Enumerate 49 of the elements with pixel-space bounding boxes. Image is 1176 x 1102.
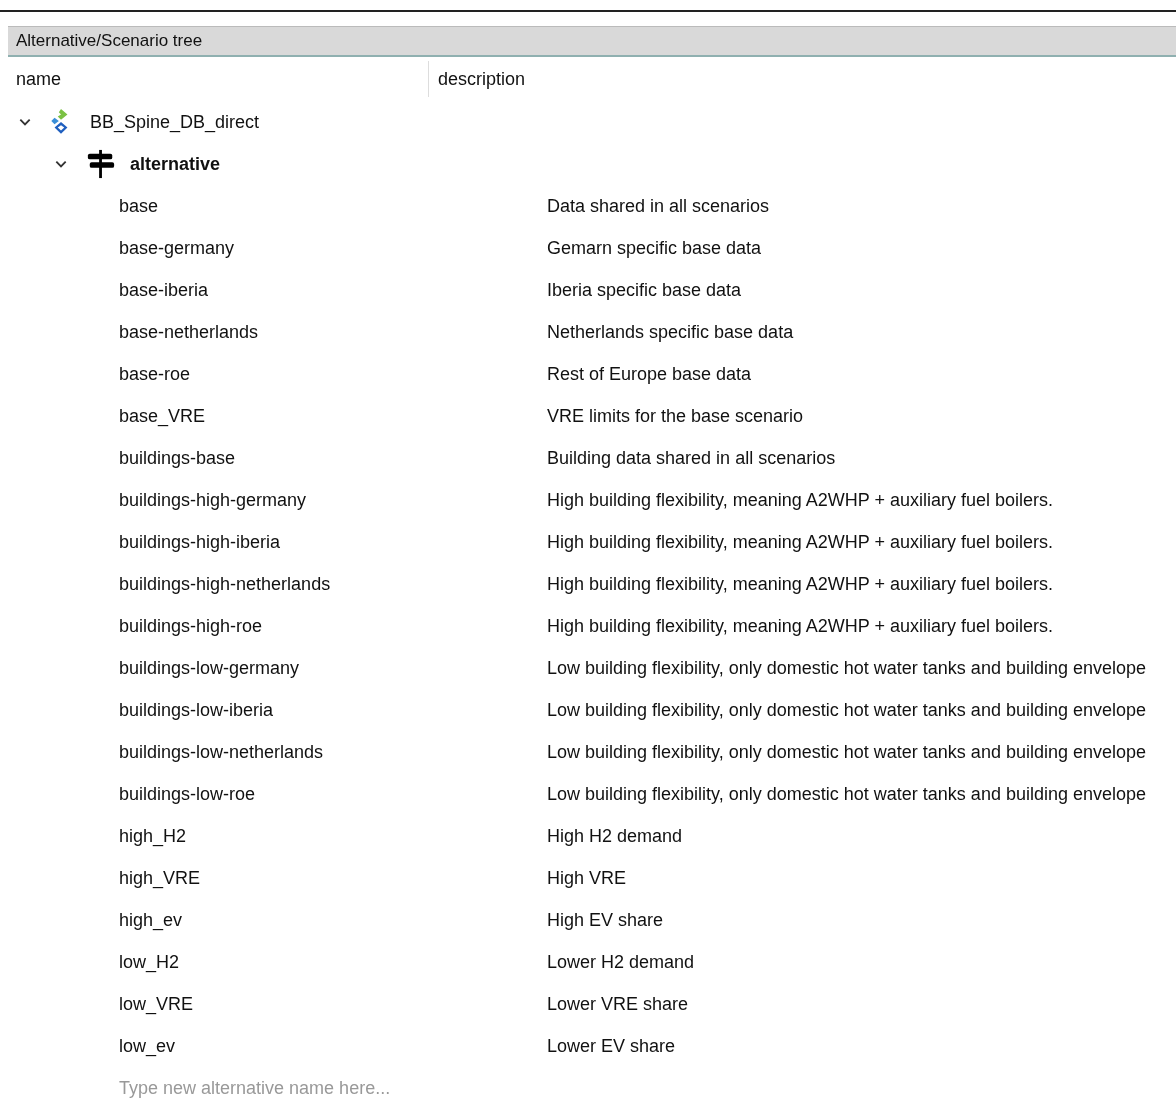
- item-description: High building flexibility, meaning A2WHP + auxiliary fuel boilers.: [547, 615, 1054, 636]
- database-name[interactable]: BB_Spine_DB_direct: [90, 111, 260, 133]
- item-description: Gemarn specific base data: [547, 237, 762, 258]
- item-name[interactable]: low_H2: [119, 951, 180, 973]
- item-name[interactable]: buildings-high-netherlands: [119, 573, 331, 595]
- item-name[interactable]: buildings-base: [119, 447, 236, 469]
- item-description: High VRE: [547, 867, 627, 888]
- item-name[interactable]: high_VRE: [119, 867, 201, 889]
- item-description: Lower H2 demand: [547, 951, 695, 972]
- item-name[interactable]: base: [119, 195, 159, 217]
- item-name[interactable]: buildings-high-iberia: [119, 531, 281, 553]
- column-header[interactable]: description: [429, 61, 526, 97]
- item-description: Low building flexibility, only domestic hot water tanks and building envelope: [547, 783, 1147, 804]
- item-name[interactable]: low_VRE: [119, 993, 194, 1015]
- item-description: Rest of Europe base data: [547, 363, 752, 384]
- item-description: Low building flexibility, only domestic hot water tanks and building envelope: [547, 699, 1147, 720]
- item-description: High building flexibility, meaning A2WHP + auxiliary fuel boilers.: [547, 573, 1054, 594]
- item-description: High building flexibility, meaning A2WHP + auxiliary fuel boilers.: [547, 531, 1054, 552]
- panel-title: Alternative/Scenario tree: [16, 31, 203, 51]
- item-name[interactable]: buildings-low-germany: [119, 657, 300, 679]
- category-name[interactable]: alternative: [130, 153, 221, 175]
- item-name[interactable]: base-iberia: [119, 279, 209, 301]
- item-name[interactable]: base-netherlands: [119, 321, 259, 343]
- new-alternative-field[interactable]: Type new alternative name here...: [119, 1077, 409, 1099]
- item-description: High building flexibility, meaning A2WHP + auxiliary fuel boilers.: [547, 489, 1054, 510]
- item-name[interactable]: base-roe: [119, 363, 191, 385]
- item-name[interactable]: buildings-low-roe: [119, 783, 256, 805]
- item-name[interactable]: base-germany: [119, 237, 235, 259]
- item-description: High H2 demand: [547, 825, 683, 846]
- item-description: Lower VRE share: [547, 993, 689, 1014]
- item-name[interactable]: buildings-high-germany: [119, 489, 307, 511]
- item-name[interactable]: high_H2: [119, 825, 187, 847]
- item-description: Lower EV share: [547, 1035, 676, 1056]
- signpost-icon: [86, 148, 116, 180]
- item-description: VRE limits for the base scenario: [547, 405, 804, 426]
- item-description: Iberia specific base data: [547, 279, 742, 300]
- item-description: Low building flexibility, only domestic hot water tanks and building envelope: [547, 657, 1147, 678]
- item-name[interactable]: buildings-low-netherlands: [119, 741, 324, 763]
- item-description: Building data shared in all scenarios: [547, 447, 836, 468]
- item-description: Netherlands specific base data: [547, 321, 794, 342]
- column-header[interactable]: name: [8, 61, 429, 97]
- item-description: High EV share: [547, 909, 664, 930]
- item-name[interactable]: base_VRE: [119, 405, 206, 427]
- item-description: Data shared in all scenarios: [547, 195, 770, 216]
- item-name[interactable]: buildings-low-iberia: [119, 699, 274, 721]
- item-name[interactable]: buildings-high-roe: [119, 615, 263, 637]
- item-description: Low building flexibility, only domestic hot water tanks and building envelope: [547, 741, 1147, 762]
- item-name[interactable]: low_ev: [119, 1035, 176, 1057]
- item-name[interactable]: high_ev: [119, 909, 183, 931]
